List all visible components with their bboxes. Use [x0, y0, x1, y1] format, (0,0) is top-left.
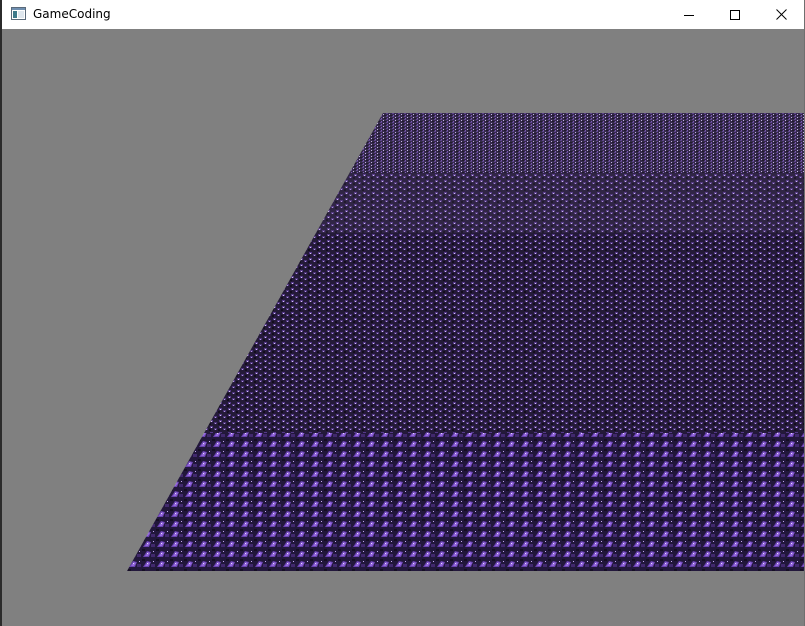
game-window: GameCoding [0, 0, 805, 626]
maximize-icon [730, 9, 740, 20]
maximize-button[interactable] [712, 0, 758, 29]
minimize-button[interactable] [666, 0, 712, 29]
minimize-icon [684, 10, 694, 20]
close-icon [775, 9, 787, 20]
title-bar[interactable]: GameCoding [2, 0, 804, 29]
render-viewport[interactable] [2, 29, 804, 626]
window-title: GameCoding [33, 7, 111, 21]
ground-plane [127, 113, 804, 571]
close-button[interactable] [758, 0, 804, 29]
application-window-icon[interactable] [11, 7, 26, 20]
